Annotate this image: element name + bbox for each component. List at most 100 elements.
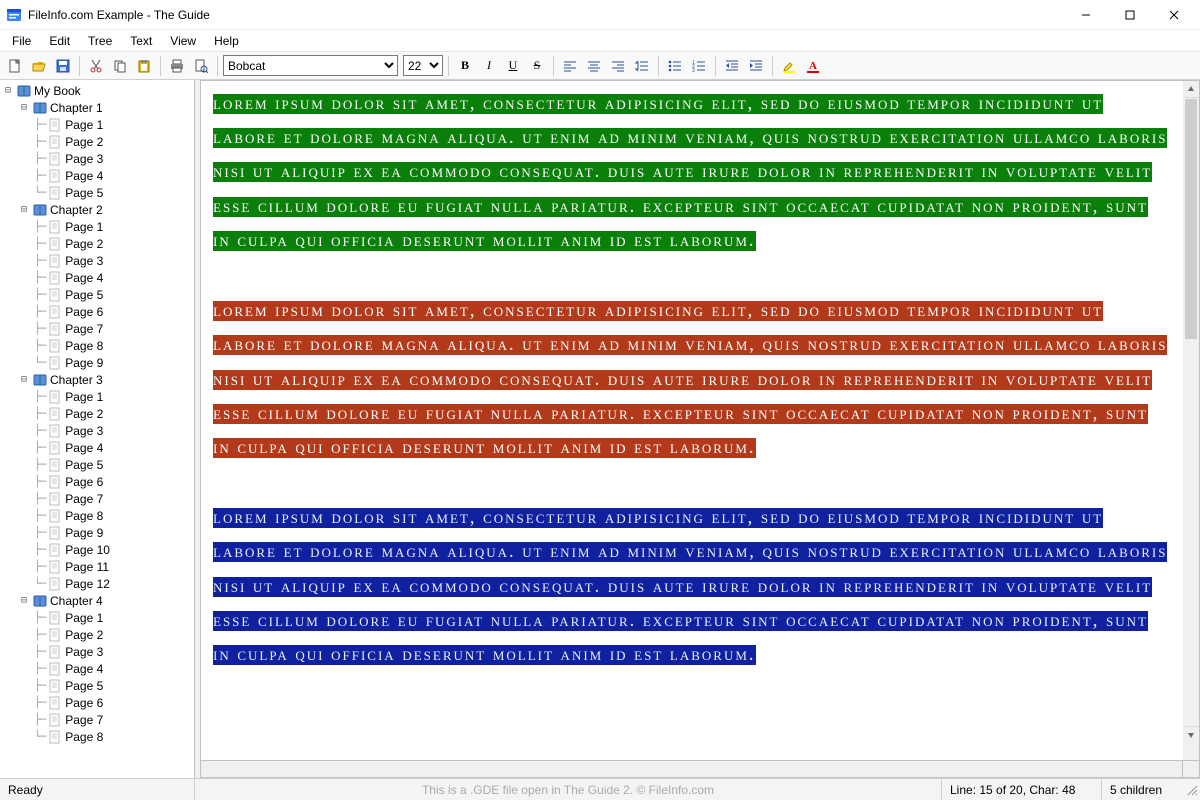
tree-page-node[interactable]: └─Page 5 [0, 184, 194, 201]
collapse-icon[interactable]: ⊟ [18, 595, 30, 606]
font-family-select[interactable]: Bobcat [223, 55, 398, 76]
scroll-down-icon[interactable] [1183, 726, 1199, 743]
menu-view[interactable]: View [162, 32, 204, 50]
tree-page-node[interactable]: ├─Page 1 [0, 218, 194, 235]
tree-label: Page 10 [65, 543, 110, 557]
print-preview-button[interactable] [190, 55, 212, 77]
print-icon [170, 59, 184, 73]
menu-edit[interactable]: Edit [41, 32, 78, 50]
tree-page-node[interactable]: └─Page 9 [0, 354, 194, 371]
collapse-icon[interactable]: ⊟ [2, 85, 14, 96]
tree-page-node[interactable]: ├─Page 4 [0, 167, 194, 184]
tree-page-node[interactable]: ├─Page 6 [0, 303, 194, 320]
maximize-button[interactable] [1108, 0, 1152, 30]
collapse-icon[interactable]: ⊟ [18, 374, 30, 385]
collapse-icon[interactable]: ⊟ [18, 204, 30, 215]
tree-page-node[interactable]: ├─Page 3 [0, 422, 194, 439]
tree-page-node[interactable]: ├─Page 8 [0, 337, 194, 354]
editor-paragraph[interactable]: Lorem ipsum dolor sit amet, consectetur … [213, 301, 1167, 458]
tree-page-node[interactable]: ├─Page 1 [0, 609, 194, 626]
align-left-button[interactable] [559, 55, 581, 77]
resize-grip-icon[interactable] [1182, 782, 1200, 798]
editor[interactable]: Lorem ipsum dolor sit amet, consectetur … [200, 80, 1183, 761]
tree-page-node[interactable]: ├─Page 3 [0, 150, 194, 167]
tree-chapter-node[interactable]: ⊟Chapter 3 [0, 371, 194, 388]
tree-page-node[interactable]: ├─Page 4 [0, 269, 194, 286]
tree-page-node[interactable]: ├─Page 4 [0, 439, 194, 456]
close-button[interactable] [1152, 0, 1196, 30]
collapse-icon[interactable]: ⊟ [18, 102, 30, 113]
main-area: ⊟My Book⊟Chapter 1├─Page 1├─Page 2├─Page… [0, 80, 1200, 778]
tree-page-node[interactable]: ├─Page 4 [0, 660, 194, 677]
tree-chapter-node[interactable]: ⊟Chapter 2 [0, 201, 194, 218]
paste-icon [137, 59, 151, 73]
tree-page-node[interactable]: ├─Page 7 [0, 490, 194, 507]
tree-root-node[interactable]: ⊟ My Book [0, 82, 194, 99]
tree-page-node[interactable]: ├─Page 5 [0, 286, 194, 303]
cut-button[interactable] [85, 55, 107, 77]
tree-page-node[interactable]: ├─Page 3 [0, 252, 194, 269]
print-button[interactable] [166, 55, 188, 77]
scroll-up-icon[interactable] [1183, 81, 1199, 98]
status-children: 5 children [1102, 779, 1182, 800]
tree-page-node[interactable]: ├─Page 3 [0, 643, 194, 660]
tree-page-node[interactable]: ├─Page 7 [0, 711, 194, 728]
tree-label: My Book [34, 84, 81, 98]
save-button[interactable] [52, 55, 74, 77]
tree-page-node[interactable]: ├─Page 1 [0, 388, 194, 405]
tree-label: Page 11 [65, 560, 109, 574]
copy-button[interactable] [109, 55, 131, 77]
tree-panel[interactable]: ⊟My Book⊟Chapter 1├─Page 1├─Page 2├─Page… [0, 80, 195, 778]
align-right-button[interactable] [607, 55, 629, 77]
underline-button[interactable]: U [502, 55, 524, 77]
bold-button[interactable]: B [454, 55, 476, 77]
strikethrough-button[interactable]: S [526, 55, 548, 77]
tree-page-node[interactable]: └─Page 8 [0, 728, 194, 745]
new-button[interactable] [4, 55, 26, 77]
decrease-indent-button[interactable] [721, 55, 743, 77]
tree-label: Chapter 1 [50, 101, 103, 115]
increase-indent-button[interactable] [745, 55, 767, 77]
menu-help[interactable]: Help [206, 32, 247, 50]
tree-page-node[interactable]: ├─Page 11 [0, 558, 194, 575]
scroll-thumb[interactable] [1185, 99, 1197, 339]
numbered-list-button[interactable]: 123 [688, 55, 710, 77]
tree-chapter-node[interactable]: ⊟Chapter 4 [0, 592, 194, 609]
font-size-select[interactable]: 22 [403, 55, 443, 76]
tree-page-node[interactable]: ├─Page 2 [0, 133, 194, 150]
tree-page-node[interactable]: ├─Page 6 [0, 694, 194, 711]
tree-chapter-node[interactable]: ⊟ Chapter 1 [0, 99, 194, 116]
tree-page-node[interactable]: ├─Page 5 [0, 677, 194, 694]
vertical-scrollbar[interactable] [1183, 80, 1200, 761]
bullet-list-button[interactable] [664, 55, 686, 77]
tree-label: Page 9 [65, 356, 103, 370]
menu-file[interactable]: File [4, 32, 39, 50]
tree-page-node[interactable]: ├─Page 2 [0, 235, 194, 252]
italic-button[interactable]: I [478, 55, 500, 77]
tree-label: Page 1 [65, 220, 103, 234]
editor-paragraph[interactable]: Lorem ipsum dolor sit amet, consectetur … [213, 508, 1167, 665]
tree-page-node[interactable]: ├─Page 5 [0, 456, 194, 473]
font-color-button[interactable]: A [802, 55, 824, 77]
tree-page-node[interactable]: ├─Page 7 [0, 320, 194, 337]
line-spacing-button[interactable] [631, 55, 653, 77]
tree-page-node[interactable]: ├─Page 8 [0, 507, 194, 524]
minimize-button[interactable] [1064, 0, 1108, 30]
preview-icon [194, 59, 208, 73]
open-button[interactable] [28, 55, 50, 77]
menu-tree[interactable]: Tree [80, 32, 120, 50]
editor-paragraph[interactable]: Lorem ipsum dolor sit amet, consectetur … [213, 94, 1167, 251]
highlight-color-button[interactable] [778, 55, 800, 77]
tree-page-node[interactable]: ├─Page 6 [0, 473, 194, 490]
paste-button[interactable] [133, 55, 155, 77]
menu-text[interactable]: Text [122, 32, 160, 50]
tree-page-node[interactable]: ├─Page 1 [0, 116, 194, 133]
tree-page-node[interactable]: └─Page 12 [0, 575, 194, 592]
tree-page-node[interactable]: ├─Page 10 [0, 541, 194, 558]
tree-label: Page 3 [65, 152, 103, 166]
tree-page-node[interactable]: ├─Page 2 [0, 626, 194, 643]
tree-page-node[interactable]: ├─Page 2 [0, 405, 194, 422]
horizontal-scrollbar[interactable] [200, 761, 1183, 778]
tree-page-node[interactable]: ├─Page 9 [0, 524, 194, 541]
align-center-button[interactable] [583, 55, 605, 77]
